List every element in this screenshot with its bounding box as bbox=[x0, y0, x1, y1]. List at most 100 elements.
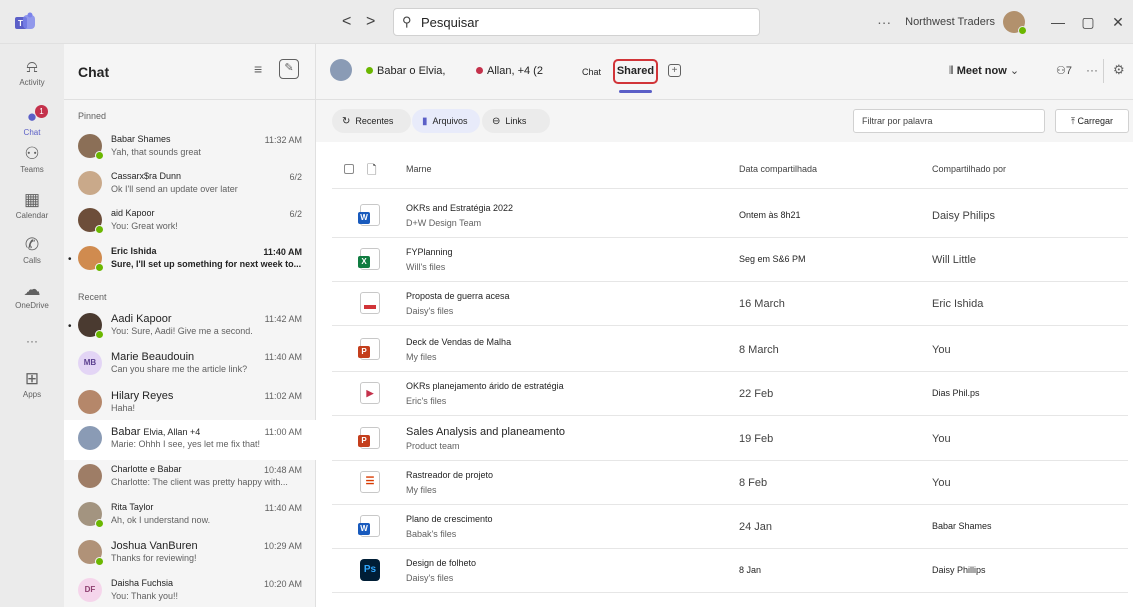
avatar bbox=[78, 134, 104, 160]
select-all-checkbox[interactable] bbox=[344, 164, 354, 174]
file-row[interactable]: Ps Design de folheto Daisy's files 8 Jan… bbox=[316, 548, 1133, 593]
chat-list-item[interactable]: Charlotte e Babar 10:48 AM Charlotte: Th… bbox=[64, 458, 316, 498]
close-button[interactable]: ✕ bbox=[1103, 14, 1133, 31]
rail-activity[interactable]: ⍾ Activity bbox=[0, 58, 64, 88]
back-button[interactable]: < bbox=[342, 13, 351, 31]
column-header-shared-by[interactable]: Compartilhado por bbox=[932, 164, 1006, 174]
file-name[interactable]: OKRs and Estratégia 2022 bbox=[406, 203, 513, 213]
chat-preview: Ok I'll send an update over later bbox=[111, 184, 238, 194]
links-filter-button[interactable]: ⊖ Links bbox=[482, 109, 550, 133]
column-header-name[interactable]: Marne bbox=[406, 164, 432, 174]
rail-label: Chat bbox=[23, 128, 41, 137]
chat-name: Rita Taylor bbox=[111, 502, 154, 512]
search-input[interactable]: ⚲ Pesquisar bbox=[393, 8, 760, 36]
rail-teams[interactable]: ⚇ Teams bbox=[0, 145, 64, 175]
forward-button[interactable]: > bbox=[366, 13, 375, 31]
file-row[interactable]: FYPlanning Will's files Seg em S&6 PM Wi… bbox=[316, 237, 1133, 282]
profile-avatar[interactable] bbox=[1003, 11, 1027, 35]
calendar-icon: ▦ bbox=[23, 190, 41, 209]
file-shared-by: You bbox=[932, 344, 951, 356]
chat-list-item[interactable]: aid Kapoor 6/2 You: Great work! bbox=[64, 202, 316, 242]
chat-list-item[interactable]: Babar Shames 11:32 AM Yah, that sounds g… bbox=[64, 128, 316, 168]
more-options-button[interactable]: ··· bbox=[877, 14, 891, 30]
recent-filter-button[interactable]: ↻ Recentes bbox=[332, 109, 411, 133]
apps-icon[interactable]: ⚙ bbox=[1113, 62, 1125, 78]
file-name[interactable]: Deck de Vendas de Malha bbox=[406, 337, 511, 347]
file-date: Seg em S&6 PM bbox=[739, 254, 806, 264]
participants-button[interactable]: ⚇7 bbox=[1056, 64, 1072, 77]
filter-by-keyword-input[interactable]: Filtrar por palavra bbox=[853, 109, 1045, 133]
avatar bbox=[78, 246, 104, 272]
upload-button[interactable]: ⤒ Carregar bbox=[1055, 109, 1129, 133]
rail-more[interactable]: ··· bbox=[0, 332, 64, 350]
file-name[interactable]: Plano de crescimento bbox=[406, 514, 493, 524]
chat-time: 11:42 AM bbox=[264, 314, 302, 324]
org-name[interactable]: Northwest Traders bbox=[905, 16, 995, 28]
add-tab-button[interactable]: + bbox=[668, 64, 681, 77]
participants-count: 7 bbox=[1065, 65, 1072, 77]
chat-preview: Can you share me the article link? bbox=[111, 364, 248, 374]
chat-list-item[interactable]: Rita Taylor 11:40 AM Ah, ok I understand… bbox=[64, 496, 316, 536]
clock-icon: ↻ bbox=[342, 116, 351, 127]
tab-shared[interactable]: Shared bbox=[613, 59, 658, 84]
column-header-date[interactable]: Data compartilhada bbox=[739, 164, 817, 174]
file-row[interactable]: OKRs and Estratégia 2022 D+W Design Team… bbox=[316, 193, 1133, 238]
chat-name-extra: Elvia, Allan +4 bbox=[143, 427, 201, 437]
notification-badge: 1 bbox=[35, 105, 48, 118]
file-name[interactable]: FYPlanning bbox=[406, 247, 453, 257]
tab-chat[interactable]: Chat bbox=[582, 67, 601, 77]
files-filter-button[interactable]: ▮ Arquivos bbox=[412, 109, 480, 133]
more-options-button[interactable]: ··· bbox=[1086, 63, 1098, 77]
chat-list-item-selected[interactable]: Babar Elvia, Allan +4 11:00 AM Marie: Oh… bbox=[64, 420, 316, 460]
file-date: 8 Feb bbox=[739, 477, 768, 489]
rail-chat[interactable]: ● 1 Chat bbox=[0, 105, 64, 137]
file-location: Eric's files bbox=[406, 396, 447, 406]
file-row[interactable]: Proposta de guerra acesa Daisy's files 1… bbox=[316, 281, 1133, 326]
participant-2[interactable]: Allan, +4 (2 bbox=[476, 65, 543, 77]
word-icon bbox=[358, 515, 380, 537]
file-row[interactable]: ▶ OKRs planejamento árido de estratégia … bbox=[316, 371, 1133, 416]
chat-list-item[interactable]: • Aadi Kapoor 11:42 AM You: Sure, Aadi! … bbox=[64, 307, 316, 347]
rail-apps[interactable]: ⊞ Apps bbox=[0, 370, 64, 400]
chat-list-item[interactable]: DF Daisha Fuchsia 10:20 AM You: Thank yo… bbox=[64, 572, 316, 607]
rail-onedrive[interactable]: ☁ OneDrive bbox=[0, 281, 64, 311]
minimize-button[interactable]: — bbox=[1043, 14, 1073, 30]
chat-panel-title: Chat bbox=[78, 64, 110, 80]
chat-preview: Charlotte: The client was pretty happy w… bbox=[111, 477, 288, 487]
file-row[interactable]: Sales Analysis and planeamento Product t… bbox=[316, 416, 1133, 461]
file-name[interactable]: Design de folheto bbox=[406, 558, 476, 568]
avatar bbox=[78, 502, 104, 528]
chat-list-item[interactable]: MB Marie Beaudouin 11:40 AM Can you shar… bbox=[64, 345, 316, 385]
search-icon: ⚲ bbox=[402, 14, 412, 29]
file-location: My files bbox=[406, 352, 437, 362]
rail-calendar[interactable]: ▦ Calendar bbox=[0, 190, 64, 221]
file-type-icon: 🗋 bbox=[367, 163, 377, 177]
participant-1[interactable]: Babar o Elvia, bbox=[366, 65, 445, 77]
file-name[interactable]: Rastreador de projeto bbox=[406, 470, 493, 480]
more-icon: ··· bbox=[26, 334, 38, 348]
chat-list-item[interactable]: Cassarx$ra Dunn 6/2 Ok I'll send an upda… bbox=[64, 165, 316, 205]
chat-list-item[interactable]: Hilary Reyes 11:02 AM Haha! bbox=[64, 384, 316, 424]
file-row[interactable]: ☰ Rastreador de projeto My files 8 Feb Y… bbox=[316, 460, 1133, 505]
file-row[interactable]: Plano de crescimento Babak's files 24 Ja… bbox=[316, 504, 1133, 549]
file-location: Babak's files bbox=[406, 529, 457, 539]
maximize-button[interactable]: ▢ bbox=[1073, 14, 1103, 31]
filter-icon[interactable]: ≡ bbox=[254, 61, 262, 77]
file-date: 19 Feb bbox=[739, 433, 774, 445]
file-row[interactable]: Deck de Vendas de Malha My files 8 March… bbox=[316, 327, 1133, 372]
chat-preview: Sure, I'll set up something for next wee… bbox=[111, 259, 302, 269]
file-shared-by: Daisy Phillips bbox=[932, 565, 986, 575]
file-name[interactable]: Proposta de guerra acesa bbox=[406, 291, 510, 301]
file-name[interactable]: Sales Analysis and planeamento bbox=[406, 426, 565, 438]
file-name[interactable]: OKRs planejamento árido de estratégia bbox=[406, 381, 564, 391]
meet-now-button[interactable]: ⫴ Meet now ⌄ bbox=[949, 64, 1019, 78]
title-bar: T < > ⚲ Pesquisar ··· Northwest Traders … bbox=[0, 0, 1133, 44]
chat-list-item[interactable]: Joshua VanBuren 10:29 AM Thanks for revi… bbox=[64, 534, 316, 574]
chat-list-item[interactable]: • Eric Ishida 11:40 AM Sure, I'll set up… bbox=[64, 240, 316, 280]
chat-time: 11:40 AM bbox=[264, 503, 302, 513]
divider bbox=[332, 592, 1128, 593]
chat-icon: ● bbox=[26, 107, 38, 126]
new-chat-icon[interactable]: ✎ bbox=[279, 59, 299, 79]
rail-calls[interactable]: ✆ Calls bbox=[0, 236, 64, 266]
chevron-down-icon: ⌄ bbox=[1006, 65, 1020, 77]
